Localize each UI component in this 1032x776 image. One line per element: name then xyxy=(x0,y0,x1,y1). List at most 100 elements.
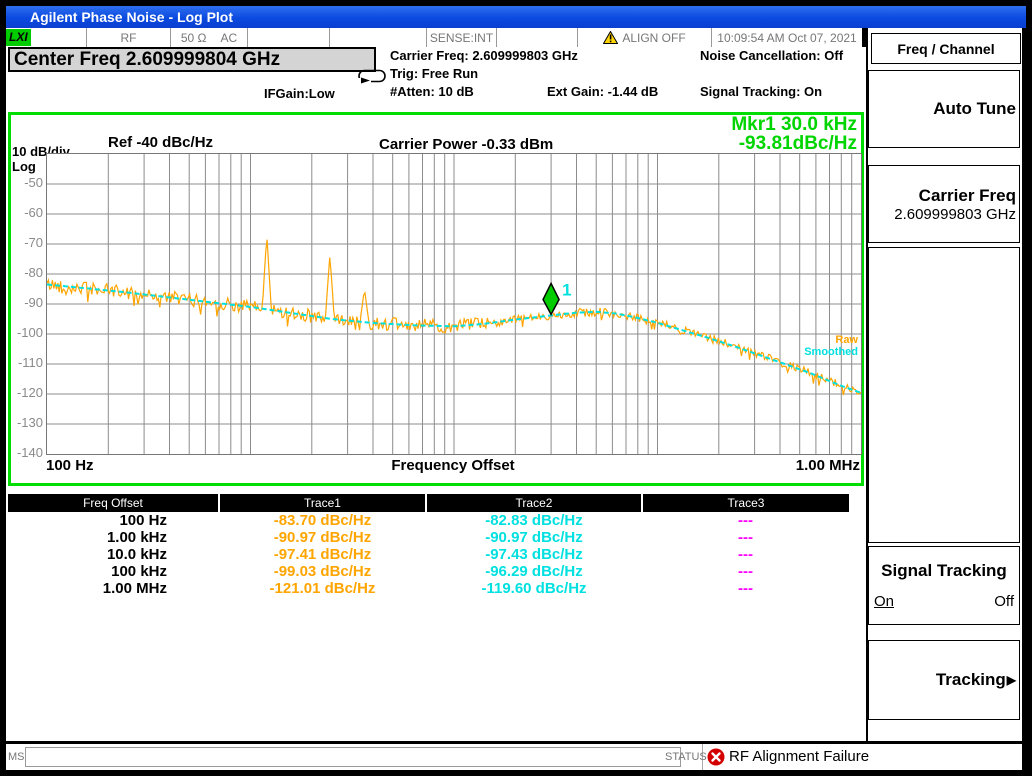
table-row: 10.0 kHz-97.41 dBc/Hz-97.43 dBc/Hz--- xyxy=(8,546,849,563)
carrier-freq-annotation: Carrier Freq: 2.609999803 GHz xyxy=(390,48,578,63)
y-tick-label: -60 xyxy=(11,205,43,220)
signal-tracking-label: Signal Tracking xyxy=(872,561,1016,581)
cell-trace2: -97.43 dBc/Hz xyxy=(426,546,642,563)
scale-type-label: Log xyxy=(12,159,36,174)
y-tick-label: -80 xyxy=(11,265,43,280)
table-row: 1.00 kHz-90.97 dBc/Hz-90.97 dBc/Hz--- xyxy=(8,529,849,546)
cell-freq-offset: 1.00 kHz xyxy=(8,529,219,546)
col-header-trace2: Trace2 xyxy=(426,494,642,512)
ext-gain-annotation: Ext Gain: -1.44 dB xyxy=(547,84,658,99)
y-tick-label: -90 xyxy=(11,295,43,310)
col-header-freq-offset: Freq Offset xyxy=(8,494,219,512)
rf-label: RF xyxy=(121,31,137,45)
coupling-label: AC xyxy=(220,31,237,45)
marker-1-number: 1 xyxy=(562,280,571,299)
active-function-readout: Center Freq 2.609999804 GHz xyxy=(8,47,376,72)
marker-freq-readout: Mkr1 30.0 kHz xyxy=(731,115,857,134)
cell-trace1: -121.01 dBc/Hz xyxy=(219,580,426,597)
y-tick-label: -70 xyxy=(11,235,43,250)
graph-panel: Mkr1 30.0 kHz -93.81dBc/Hz 10 dB/div Log… xyxy=(8,112,864,486)
cell-trace3: --- xyxy=(642,546,849,563)
status-label: STATUS xyxy=(665,751,707,763)
signal-tracking-on-option[interactable]: On xyxy=(874,593,894,610)
signal-tracking-button[interactable]: Signal Tracking On Off xyxy=(868,546,1020,625)
instrument-status-bar: LXI RF 50 Ω AC SENSE:INT ALIGN OFF 10:09… xyxy=(6,28,862,47)
smoothed-trace-label: Smoothed xyxy=(804,346,858,358)
table-row: 1.00 MHz-121.01 dBc/Hz-119.60 dBc/Hz--- xyxy=(8,580,849,597)
status-cell-sense: SENSE:INT xyxy=(427,28,497,47)
cell-freq-offset: 100 kHz xyxy=(8,563,219,580)
datetime-label: 10:09:54 AM Oct 07, 2021 xyxy=(717,31,856,45)
status-cell-lxi: LXI xyxy=(6,28,87,47)
message-box xyxy=(25,747,681,767)
x-axis-title: Frequency Offset xyxy=(391,457,514,474)
window-title: Agilent Phase Noise - Log Plot xyxy=(30,9,233,25)
carrier-freq-label: Carrier Freq xyxy=(919,186,1016,206)
tracking-label: Tracking xyxy=(936,670,1006,690)
cell-trace3: --- xyxy=(642,580,849,597)
x-axis-labels: 100 Hz Frequency Offset 1.00 MHz xyxy=(46,457,860,477)
error-icon xyxy=(707,748,725,766)
cell-freq-offset: 100 Hz xyxy=(8,512,219,529)
x-end-label: 1.00 MHz xyxy=(796,457,860,474)
ifgain-annotation: IFGain:Low xyxy=(264,86,335,101)
signal-tracking-off-option[interactable]: Off xyxy=(994,593,1014,610)
center-freq-text: Center Freq 2.609999804 GHz xyxy=(14,49,280,70)
screen: { "window": { "title": "Agilent Phase No… xyxy=(0,0,1032,776)
carrier-power-label: Carrier Power -0.33 dBm xyxy=(379,136,553,153)
col-header-trace1: Trace1 xyxy=(219,494,426,512)
auto-tune-label: Auto Tune xyxy=(933,99,1016,119)
y-tick-label: -130 xyxy=(11,415,43,430)
cell-trace1: -99.03 dBc/Hz xyxy=(219,563,426,580)
table-row: 100 Hz-83.70 dBc/Hz-82.83 dBc/Hz--- xyxy=(8,512,849,529)
cell-trace1: -97.41 dBc/Hz xyxy=(219,546,426,563)
decade-table: Freq Offset Trace1 Trace2 Trace3 100 Hz-… xyxy=(8,494,849,597)
cell-trace3: --- xyxy=(642,563,849,580)
trigger-annotation: Trig: Free Run xyxy=(390,66,478,81)
marker-readout: Mkr1 30.0 kHz -93.81dBc/Hz xyxy=(731,115,857,153)
status-cell-empty-3 xyxy=(497,28,578,47)
col-header-trace3: Trace3 xyxy=(642,494,849,512)
softkey-menu-title: Freq / Channel xyxy=(871,33,1021,64)
y-tick-label: -110 xyxy=(11,355,43,370)
cell-freq-offset: 1.00 MHz xyxy=(8,580,219,597)
status-cell-empty-1 xyxy=(248,28,330,47)
submenu-arrow-icon: ▶ xyxy=(1007,673,1016,687)
y-tick-label: -50 xyxy=(11,175,43,190)
phase-noise-plot: 1 xyxy=(46,153,862,455)
atten-annotation: #Atten: 10 dB xyxy=(390,84,474,99)
status-message: RF Alignment Failure xyxy=(729,748,869,765)
footer-bar: MSG STATUS RF Alignment Failure xyxy=(6,741,1022,770)
cell-trace2: -96.29 dBc/Hz xyxy=(426,563,642,580)
continuous-sweep-icon xyxy=(356,69,388,86)
cell-trace3: --- xyxy=(642,529,849,546)
cell-trace2: -82.83 dBc/Hz xyxy=(426,512,642,529)
y-tick-label: -140 xyxy=(11,445,43,460)
signal-tracking-annotation: Signal Tracking: On xyxy=(700,84,822,99)
marker-level-readout: -93.81dBc/Hz xyxy=(731,134,857,153)
impedance-label: 50 Ω xyxy=(181,31,207,45)
marker-1-diamond[interactable] xyxy=(543,283,559,314)
status-cell-input: 50 Ω AC xyxy=(171,28,248,47)
sense-label: SENSE:INT xyxy=(430,31,493,45)
auto-tune-button[interactable]: Auto Tune xyxy=(868,70,1020,148)
carrier-freq-button[interactable]: Carrier Freq 2.609999803 GHz xyxy=(868,165,1020,243)
status-cell-align: ALIGN OFF xyxy=(578,28,712,47)
y-tick-label: -100 xyxy=(11,325,43,340)
cell-freq-offset: 10.0 kHz xyxy=(8,546,219,563)
decade-table-body: 100 Hz-83.70 dBc/Hz-82.83 dBc/Hz---1.00 … xyxy=(8,512,849,597)
cell-trace2: -119.60 dBc/Hz xyxy=(426,580,642,597)
title-bar: Agilent Phase Noise - Log Plot xyxy=(6,6,1026,28)
table-row: 100 kHz-99.03 dBc/Hz-96.29 dBc/Hz--- xyxy=(8,563,849,580)
raw-trace-label: Raw xyxy=(835,334,858,346)
status-cell-rf: RF xyxy=(87,28,171,47)
align-status-label: ALIGN OFF xyxy=(622,31,685,45)
blank-softkey xyxy=(868,247,1020,543)
x-start-label: 100 Hz xyxy=(46,457,94,474)
status-cell-empty-2 xyxy=(330,28,427,47)
tracking-menu-button[interactable]: Tracking ▶ xyxy=(868,640,1020,720)
noise-cancellation-annotation: Noise Cancellation: Off xyxy=(700,48,843,63)
cell-trace2: -90.97 dBc/Hz xyxy=(426,529,642,546)
status-cell-datetime: 10:09:54 AM Oct 07, 2021 xyxy=(712,28,862,47)
lxi-badge: LXI xyxy=(6,29,31,46)
